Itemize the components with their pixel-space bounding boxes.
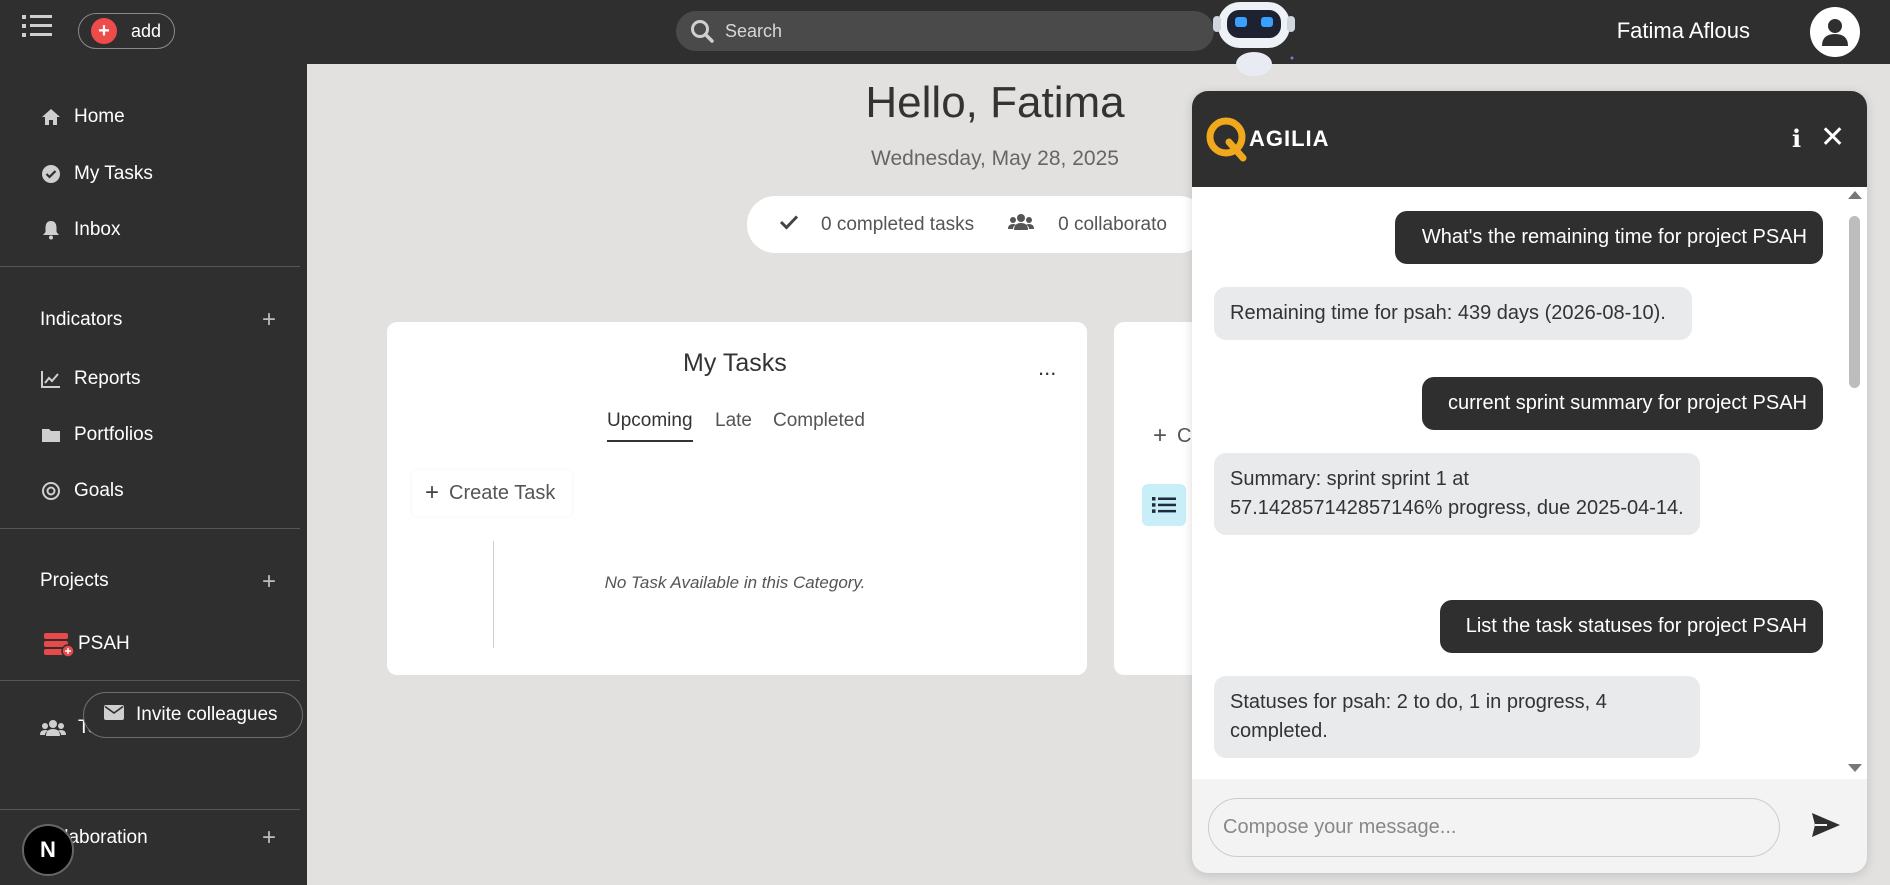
- list-view-icon[interactable]: [1142, 484, 1186, 526]
- search-input[interactable]: [725, 20, 1185, 42]
- top-bar: + add Fatima Aflous: [0, 0, 1890, 64]
- folder-icon: [40, 424, 62, 446]
- sidebar-divider: [0, 528, 300, 529]
- scroll-down-arrow-icon[interactable]: [1848, 764, 1862, 772]
- user-message: What's the remaining time for project PS…: [1395, 211, 1823, 264]
- sidebar-item-my-tasks[interactable]: My Tasks: [40, 163, 153, 185]
- checkmark-icon: [779, 214, 799, 236]
- add-indicator-button[interactable]: +: [262, 308, 276, 332]
- sidebar: Home My Tasks Inbox Indicators + Reports…: [0, 64, 307, 885]
- sidebar-item-portfolios[interactable]: Portfolios: [40, 424, 153, 446]
- home-icon: [40, 106, 62, 128]
- completed-tasks-count: 0 completed tasks: [821, 213, 975, 235]
- user-message: current sprint summary for project PSAH: [1422, 377, 1823, 430]
- create-button-partial[interactable]: + C: [1153, 422, 1191, 450]
- indicators-title: Indicators: [40, 309, 123, 330]
- check-circle-icon: [40, 163, 62, 185]
- user-name: Fatima Aflous: [1616, 18, 1750, 43]
- create-label-partial: C: [1177, 424, 1192, 447]
- scrollbar-thumb[interactable]: [1849, 216, 1860, 388]
- add-collaboration-button[interactable]: +: [262, 826, 276, 850]
- sidebar-divider: [0, 266, 300, 267]
- projects-title: Projects: [40, 570, 109, 591]
- scroll-up-arrow-icon[interactable]: [1848, 191, 1862, 199]
- sidebar-item-label: Portfolios: [74, 424, 154, 445]
- robot-assistant-icon[interactable]: [1210, 0, 1300, 78]
- users-icon: [40, 717, 66, 739]
- empty-state-message: No Task Available in this Category.: [604, 573, 866, 592]
- chat-header: AGILIA i ✕: [1192, 91, 1867, 187]
- plus-icon: +: [425, 479, 440, 506]
- tab-late[interactable]: Late: [715, 410, 752, 432]
- user-avatar[interactable]: [1810, 7, 1860, 57]
- sidebar-item-label: Home: [74, 106, 125, 127]
- info-icon[interactable]: i: [1792, 124, 1801, 153]
- sidebar-divider: [0, 809, 300, 810]
- brand-name: AGILIA: [1249, 126, 1330, 151]
- bot-message: Remaining time for psah: 439 days (2026-…: [1214, 287, 1692, 340]
- task-list-divider: [493, 541, 494, 648]
- close-icon[interactable]: ✕: [1820, 120, 1845, 155]
- plus-icon: +: [1153, 422, 1168, 449]
- tab-upcoming[interactable]: Upcoming: [607, 410, 693, 442]
- sidebar-item-label: Reports: [74, 368, 141, 389]
- sidebar-item-reports[interactable]: Reports: [40, 368, 141, 390]
- send-icon[interactable]: [1809, 808, 1843, 842]
- collaborators-count: 0 collaborato: [1058, 213, 1167, 235]
- target-icon: [40, 480, 62, 502]
- list-menu-icon[interactable]: [22, 13, 52, 39]
- chat-messages: What's the remaining time for project PS…: [1192, 187, 1867, 779]
- envelope-icon: [104, 704, 124, 726]
- message-input[interactable]: [1208, 798, 1780, 857]
- add-button[interactable]: + add: [78, 13, 175, 49]
- sidebar-item-goals[interactable]: Goals: [40, 480, 124, 502]
- stats-bar: 0 completed tasks 0 collaborato: [747, 196, 1207, 253]
- bell-icon: [40, 219, 62, 241]
- search-icon: [691, 20, 714, 43]
- chat-panel: AGILIA i ✕ What's the remaining time for…: [1192, 91, 1867, 873]
- sidebar-item-inbox[interactable]: Inbox: [40, 219, 120, 241]
- project-icon: [42, 629, 76, 659]
- user-message: List the task statuses for project PSAH: [1440, 600, 1823, 653]
- add-button-label: add: [131, 20, 162, 41]
- sidebar-item-label: My Tasks: [74, 163, 153, 184]
- sidebar-item-home[interactable]: Home: [40, 106, 125, 128]
- greeting-title: Hello, Fatima: [865, 78, 1125, 127]
- plus-circle-icon: +: [91, 18, 117, 44]
- bot-message: Statuses for psah: 2 to do, 1 in progres…: [1214, 676, 1700, 758]
- search-bar[interactable]: [676, 11, 1214, 51]
- create-task-button[interactable]: + Create Task: [412, 470, 572, 516]
- chart-line-icon: [40, 368, 62, 390]
- sidebar-item-project-psah[interactable]: PSAH: [42, 629, 130, 659]
- create-task-label: Create Task: [449, 481, 556, 504]
- invite-colleagues-button[interactable]: Invite colleagues: [83, 692, 303, 738]
- add-project-button[interactable]: +: [262, 570, 276, 594]
- agilia-logo: AGILIA: [1205, 116, 1330, 162]
- n-badge-icon[interactable]: N: [22, 824, 74, 876]
- my-tasks-title: My Tasks: [683, 349, 787, 377]
- bot-message: Summary: sprint sprint 1 at 57.142857142…: [1214, 453, 1700, 535]
- more-options-icon[interactable]: ...: [1038, 355, 1056, 381]
- current-date: Wednesday, May 28, 2025: [871, 147, 1119, 170]
- user-icon: [1822, 19, 1848, 46]
- users-icon: [1008, 213, 1035, 237]
- invite-colleagues-label: Invite colleagues: [136, 704, 278, 725]
- sidebar-item-label: Goals: [74, 480, 124, 501]
- tab-completed[interactable]: Completed: [773, 410, 865, 432]
- sidebar-item-label: Inbox: [74, 219, 121, 240]
- sidebar-item-label: PSAH: [78, 633, 130, 654]
- agilia-logo-icon: [1206, 117, 1247, 162]
- sidebar-divider: [0, 680, 300, 681]
